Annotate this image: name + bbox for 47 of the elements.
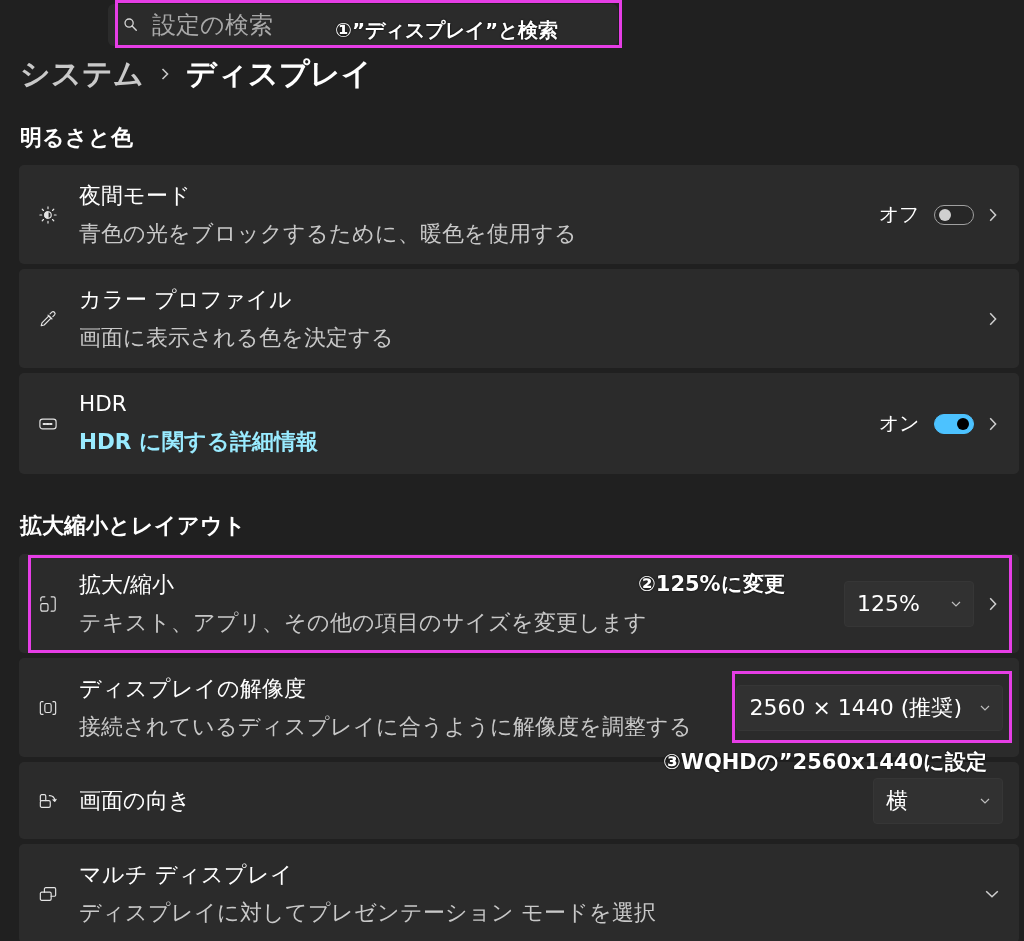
dropdown[interactable]: 横 bbox=[873, 777, 1003, 824]
learn-more-link[interactable]: HDR に関する詳細情報 bbox=[79, 428, 318, 454]
chevron-right-icon bbox=[989, 416, 997, 431]
setting-card[interactable]: カラー プロファイル 画面に表示される色を決定する bbox=[19, 269, 1019, 368]
setting-card[interactable]: HDR HDR に関する詳細情報 オン bbox=[19, 373, 1019, 474]
resolution-icon bbox=[39, 698, 57, 717]
setting-card[interactable]: マルチ ディスプレイ ディスプレイに対してプレゼンテーション モードを選択 bbox=[19, 844, 1019, 941]
chevron-right-icon bbox=[989, 596, 997, 611]
chevron-right-icon bbox=[161, 68, 169, 80]
eyedropper-icon bbox=[39, 309, 57, 328]
chevron-down-icon bbox=[980, 704, 990, 711]
search-icon bbox=[124, 18, 137, 31]
rotate-screen-icon bbox=[39, 791, 57, 810]
page-title: ディスプレイ bbox=[186, 55, 372, 93]
setting-card[interactable]: 拡大/縮小 テキスト、アプリ、その他の項目のサイズを変更します 125% ②125%に変更 bbox=[19, 554, 1019, 653]
setting-description: 青色の光をブロックするために、暖色を使用する bbox=[79, 219, 577, 248]
setting-title: カラー プロファイル bbox=[79, 285, 292, 314]
chevron-right-icon bbox=[989, 311, 997, 326]
setting-card[interactable]: 夜間モード 青色の光をブロックするために、暖色を使用する オフ bbox=[19, 165, 1019, 264]
dropdown[interactable]: 125% bbox=[844, 580, 974, 627]
setting-title: マルチ ディスプレイ bbox=[79, 860, 293, 889]
annotation-label: ②125%に変更 bbox=[638, 572, 785, 596]
toggle-state-label: オン bbox=[879, 410, 919, 437]
two-screens-icon bbox=[39, 884, 57, 903]
setting-title: ディスプレイの解像度 bbox=[79, 674, 306, 703]
resize-icon bbox=[39, 594, 57, 613]
toggle-switch[interactable] bbox=[934, 413, 974, 434]
chevron-down-icon bbox=[951, 600, 961, 607]
toggle-state-label: オフ bbox=[879, 201, 919, 228]
dropdown[interactable]: 2560 × 1440 (推奨) bbox=[736, 684, 1003, 731]
setting-description: ディスプレイに対してプレゼンテーション モードを選択 bbox=[79, 898, 656, 927]
annotation-label: ③WQHDの”2560x1440に設定 bbox=[663, 750, 988, 774]
section-heading: 拡大縮小とレイアウト bbox=[20, 512, 246, 540]
setting-title: HDR bbox=[79, 389, 127, 418]
setting-title: 夜間モード bbox=[79, 181, 191, 210]
setting-description: テキスト、アプリ、その他の項目のサイズを変更します bbox=[79, 608, 647, 637]
annotation-label: ①”ディスプレイ”と検索 bbox=[335, 18, 559, 42]
setting-description: 接続されているディスプレイに合うように解像度を調整する bbox=[79, 712, 692, 741]
section-heading: 明るさと色 bbox=[20, 124, 133, 152]
chevron-down-icon bbox=[980, 797, 990, 804]
setting-title: 画面の向き bbox=[79, 786, 191, 815]
setting-title: 拡大/縮小 bbox=[79, 570, 175, 599]
breadcrumb-link[interactable]: システム bbox=[20, 54, 144, 94]
chevron-right-icon bbox=[989, 207, 997, 222]
setting-description: 画面に表示される色を決定する bbox=[79, 323, 394, 352]
brightness-icon bbox=[39, 205, 57, 224]
toggle-switch[interactable] bbox=[934, 204, 974, 225]
